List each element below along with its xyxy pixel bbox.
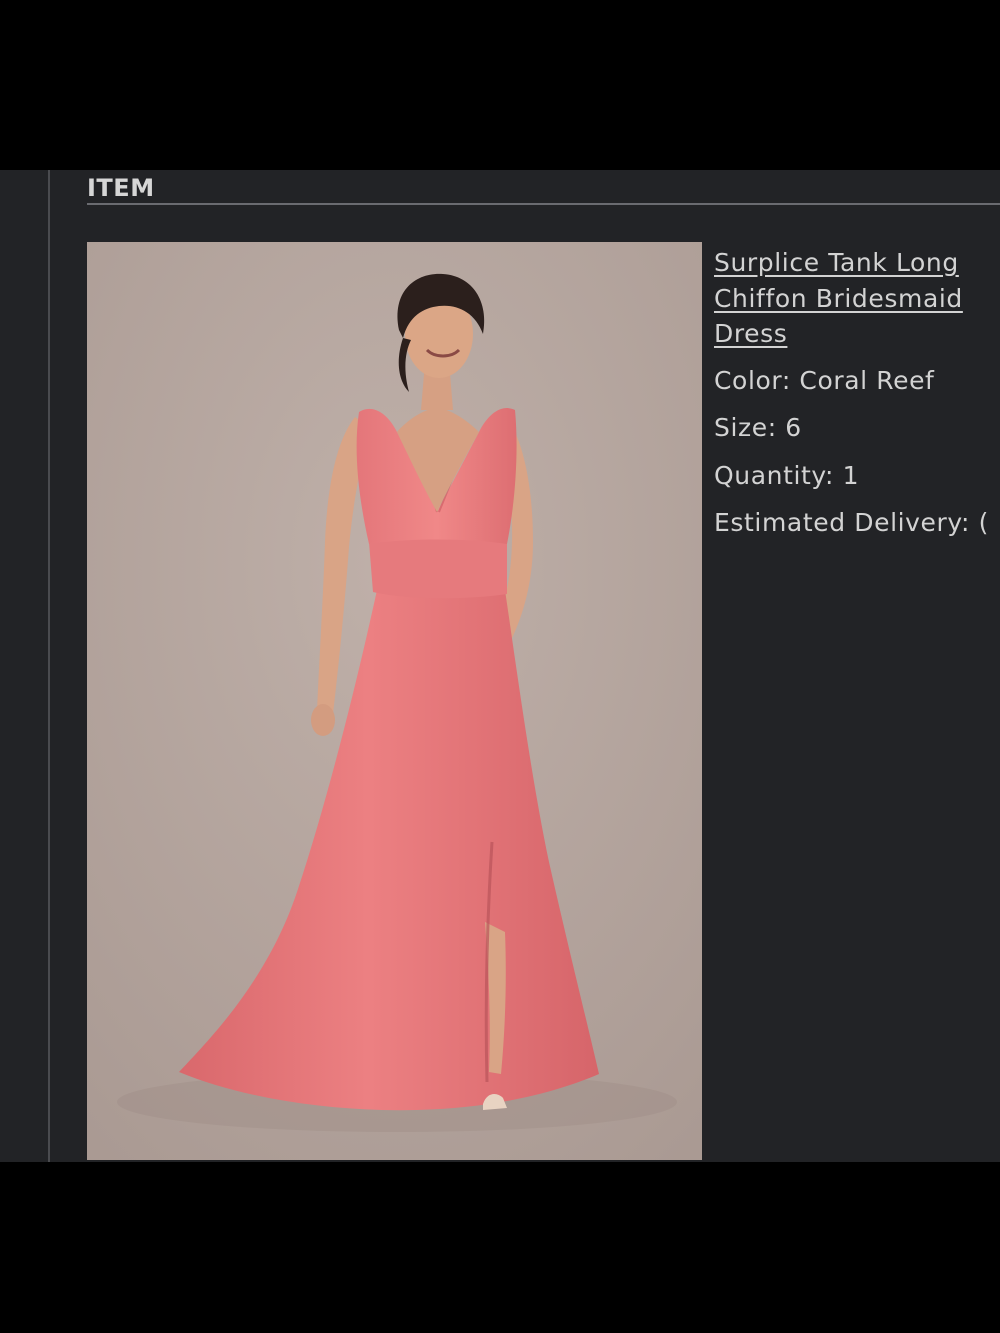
bottom-letterbox	[0, 1162, 1000, 1333]
detail-label: Quantity:	[714, 460, 835, 490]
title-divider	[87, 203, 1000, 205]
detail-color: Color: Coral Reef	[714, 357, 1000, 405]
detail-value: Coral Reef	[799, 365, 935, 395]
detail-value: (	[978, 508, 989, 537]
section-title: ITEM	[87, 174, 155, 202]
order-item-panel: ITEM Surplice Tank Long Chiffon Bridesma…	[0, 170, 1000, 1162]
detail-value: 6	[785, 413, 802, 442]
product-image[interactable]	[87, 242, 702, 1160]
detail-size: Size: 6	[714, 404, 1000, 452]
detail-label: Size:	[714, 413, 777, 442]
detail-label: Estimated Delivery:	[714, 508, 971, 537]
detail-label: Color:	[714, 365, 791, 395]
detail-estimated-delivery: Estimated Delivery: (	[714, 499, 1000, 547]
detail-value: 1	[842, 460, 860, 490]
item-details: Surplice Tank Long Chiffon Bridesmaid Dr…	[714, 245, 1000, 547]
detail-quantity: Quantity: 1	[714, 452, 1000, 500]
product-name-link[interactable]: Surplice Tank Long Chiffon Bridesmaid Dr…	[714, 245, 982, 352]
top-letterbox	[0, 0, 1000, 170]
left-divider	[48, 170, 50, 1162]
